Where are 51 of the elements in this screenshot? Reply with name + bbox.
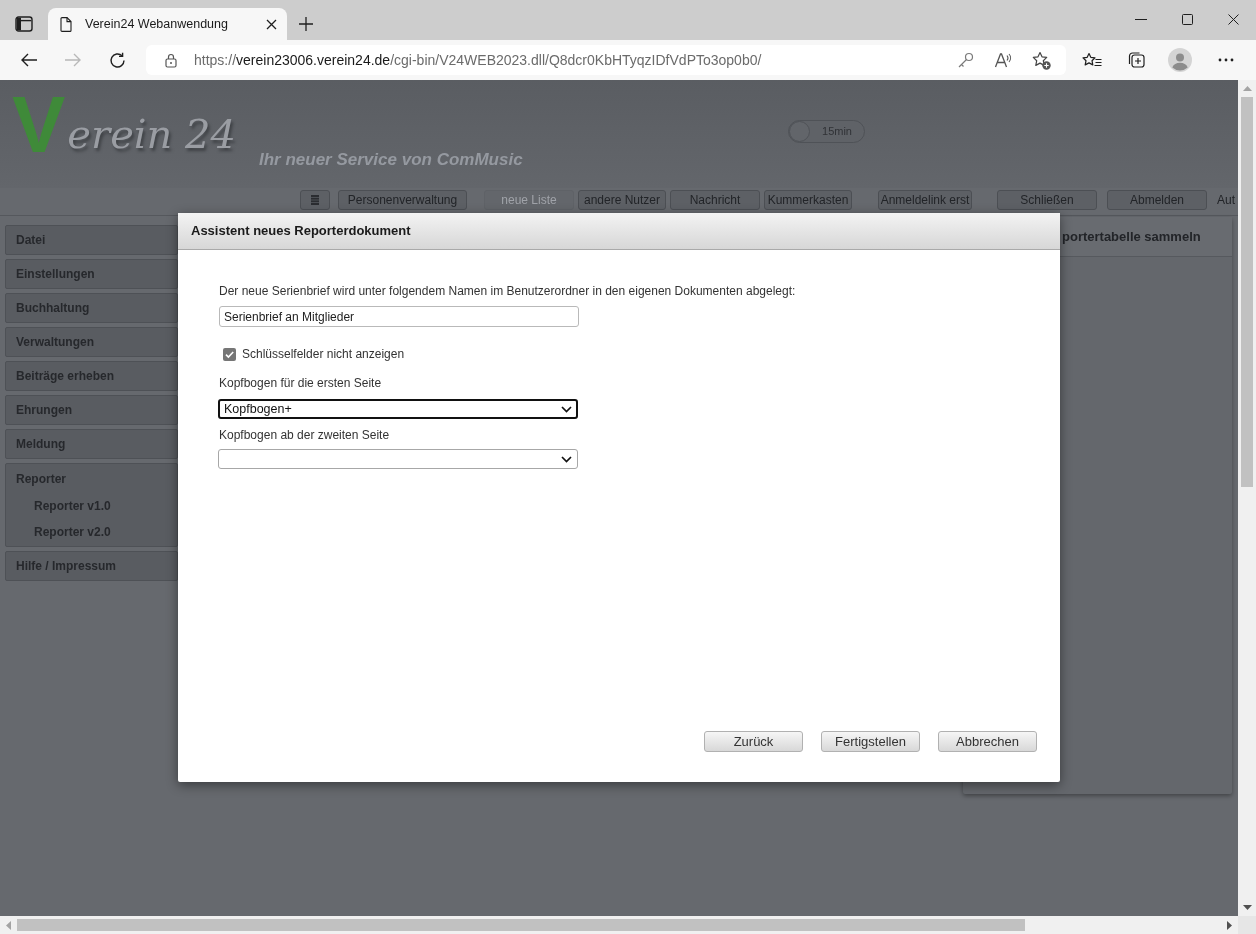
- toolbar-button[interactable]: Schließen: [997, 190, 1097, 210]
- field-label: Kopfbogen für die ersten Seite: [219, 375, 382, 391]
- dropdown-field[interactable]: [218, 449, 578, 469]
- toolbar-button[interactable]: Anmeldelink erst: [878, 190, 972, 210]
- tab-actions-icon[interactable]: [15, 16, 33, 32]
- toolbar-button[interactable]: Abmelden: [1107, 190, 1207, 210]
- scroll-right-icon[interactable]: [1227, 920, 1232, 930]
- url-text: https://verein23006.verein24.de/cgi-bin/V24WEB2023.dll/Q8dcr0KbHTyqzIDfVdPTo3op0b0/: [194, 50, 762, 70]
- read-aloud-icon[interactable]: [994, 51, 1012, 69]
- plus-icon[interactable]: [298, 16, 314, 32]
- lock-icon[interactable]: [165, 52, 177, 68]
- back-arrow-icon[interactable]: [20, 52, 38, 68]
- add-favorite-icon[interactable]: [1031, 50, 1051, 70]
- close-icon[interactable]: [1227, 13, 1239, 25]
- toolbar-button[interactable]: Personenverwaltung: [338, 190, 467, 210]
- finish-button[interactable]: Fertigstellen: [821, 731, 920, 752]
- tagline-text: Ihr neuer Service von ComMusic: [259, 150, 523, 169]
- text-input[interactable]: Serienbrief an Mitglieder: [219, 306, 579, 327]
- chevron-down-icon[interactable]: [561, 455, 572, 463]
- page-icon: [60, 16, 72, 32]
- cancel-button[interactable]: Abbrechen: [938, 731, 1037, 752]
- refresh-icon[interactable]: [108, 51, 126, 69]
- address-bar[interactable]: https://verein23006.verein24.de/cgi-bin/V24WEB2023.dll/Q8dcr0KbHTyqzIDfVdPTo3op0b0/: [146, 45, 1066, 75]
- toolbar-button[interactable]: andere Nutzer: [578, 190, 666, 210]
- field-label: Der neue Serienbrief wird unter folgendem Namen im Benutzerordner in den eigenen Dokumenten abgelegt:: [219, 283, 796, 299]
- list-icon: [311, 195, 319, 205]
- dialog-title: Assistent neues Reporterdokument: [191, 222, 411, 241]
- toolbar-button[interactable]: Kummerkasten: [764, 190, 852, 210]
- dropdown-field[interactable]: Kopfbogen+: [218, 399, 578, 419]
- scrollbar-thumb[interactable]: [17, 919, 1025, 931]
- back-button[interactable]: Zurück: [704, 731, 803, 752]
- horizontal-scrollbar[interactable]: [0, 916, 1238, 934]
- maximize-icon[interactable]: [1181, 13, 1193, 25]
- checkbox[interactable]: [223, 347, 236, 361]
- chevron-down-icon[interactable]: [561, 405, 572, 413]
- toolbar-label: Aut: [1217, 192, 1235, 209]
- field-label: Kopfbogen ab der zweiten Seite: [219, 427, 390, 443]
- panel-title: portertabelle sammeln: [1062, 227, 1201, 246]
- key-icon[interactable]: [956, 51, 974, 69]
- favorites-icon[interactable]: [1082, 52, 1102, 68]
- close-icon[interactable]: [266, 18, 277, 30]
- profile-avatar-icon[interactable]: [1168, 48, 1192, 72]
- browser-tab[interactable]: Verein24 Webanwendung: [48, 8, 287, 40]
- vertical-scrollbar[interactable]: [1238, 80, 1256, 916]
- scrollbar-corner: [1238, 916, 1256, 934]
- toolbar-button[interactable]: Nachricht: [670, 190, 760, 210]
- checkbox-label[interactable]: Schlüsselfelder nicht anzeigen: [242, 345, 405, 363]
- collections-icon[interactable]: [1127, 51, 1145, 69]
- scroll-down-icon[interactable]: [1242, 905, 1252, 910]
- more-icon[interactable]: [1218, 58, 1234, 62]
- scrollbar-thumb[interactable]: [1241, 97, 1253, 487]
